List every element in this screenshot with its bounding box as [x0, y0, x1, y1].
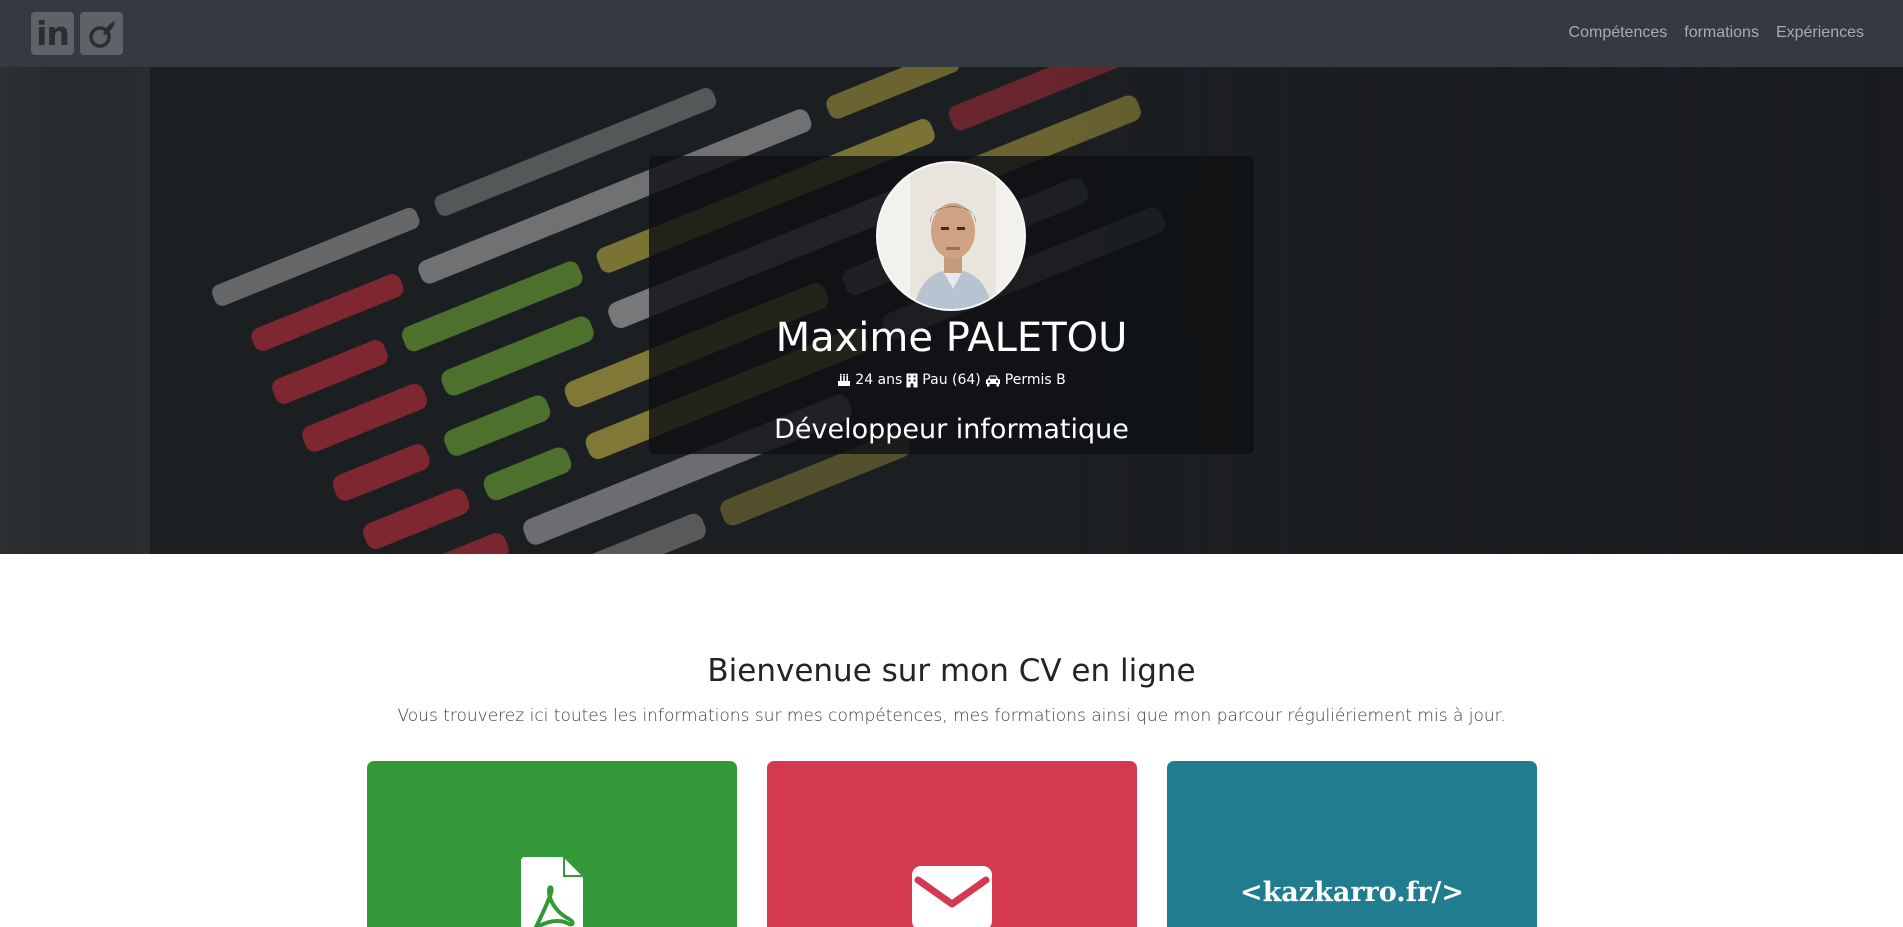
welcome-title: Bienvenue sur mon CV en ligne — [707, 653, 1196, 689]
pdf-file-icon — [521, 857, 583, 927]
hero-banner: Maxime PALETOU 24 ans Pau (64) Permis B … — [0, 67, 1903, 554]
viadeo-link[interactable] — [80, 12, 123, 55]
profile-job-title: Développeur informatique — [774, 414, 1129, 445]
profile-license: Permis B — [1004, 372, 1066, 388]
car-icon — [985, 375, 1000, 386]
linkedin-icon: in — [36, 14, 70, 53]
personal-website-card[interactable]: <kazkarro.fr/> — [1167, 761, 1537, 927]
profile-meta: 24 ans Pau (64) Permis B — [649, 372, 1254, 388]
download-cv-card[interactable] — [367, 761, 737, 927]
welcome-subtitle: Vous trouverez ici toutes les informatio… — [397, 706, 1506, 726]
contact-email-card[interactable] — [767, 761, 1137, 927]
profile-age: 24 ans — [855, 372, 903, 388]
linkedin-link[interactable]: in — [31, 12, 74, 55]
profile-card: Maxime PALETOU 24 ans Pau (64) Permis B … — [649, 156, 1254, 454]
profile-location: Pau (64) — [922, 372, 981, 388]
nav-link-experiences[interactable]: Expériences — [1776, 24, 1864, 42]
website-logo-text: <kazkarro.fr/> — [1239, 877, 1465, 908]
nav-menu: Compétences formations Expériences — [1569, 24, 1864, 42]
profile-photo — [876, 161, 1026, 311]
top-navbar: in Compétences formations Expériences — [0, 0, 1903, 67]
nav-link-competences[interactable]: Compétences — [1569, 24, 1668, 42]
building-icon — [906, 373, 918, 387]
profile-name: Maxime PALETOU — [775, 315, 1128, 361]
nav-link-formations[interactable]: formations — [1684, 24, 1759, 42]
envelope-icon — [912, 866, 992, 927]
viadeo-icon — [88, 20, 115, 48]
birthday-cake-icon — [838, 373, 851, 386]
